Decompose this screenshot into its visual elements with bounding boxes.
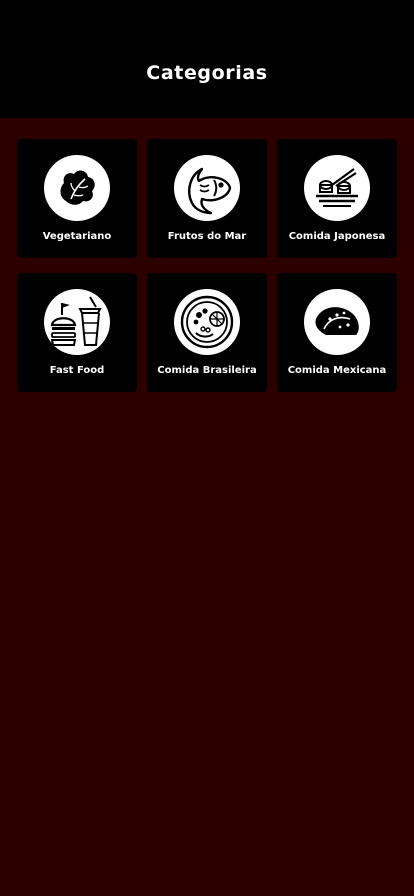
food-plate-icon	[174, 289, 240, 355]
category-card-frutos-do-mar[interactable]: Frutos do Mar	[147, 139, 267, 258]
taco-icon	[304, 289, 370, 355]
category-label: Comida Japonesa	[288, 231, 386, 242]
fish-icon	[174, 155, 240, 221]
category-card-comida-brasileira[interactable]: Comida Brasileira	[147, 273, 267, 392]
category-card-comida-japonesa[interactable]: Comida Japonesa	[277, 139, 397, 258]
category-card-vegetariano[interactable]: Vegetariano	[17, 139, 137, 258]
category-label: Frutos do Mar	[167, 231, 247, 242]
sushi-icon	[304, 155, 370, 221]
lettuce-icon	[44, 155, 110, 221]
app-header: Categorias	[0, 0, 414, 118]
category-label: Comida Brasileira	[157, 365, 257, 376]
category-label: Vegetariano	[42, 231, 112, 242]
category-card-fast-food[interactable]: Fast Food	[17, 273, 137, 392]
page-title: Categorias	[146, 62, 268, 84]
category-card-comida-mexicana[interactable]: Comida Mexicana	[277, 273, 397, 392]
category-label: Fast Food	[49, 365, 105, 376]
category-label: Comida Mexicana	[287, 365, 387, 376]
burger-soda-icon	[44, 289, 110, 355]
